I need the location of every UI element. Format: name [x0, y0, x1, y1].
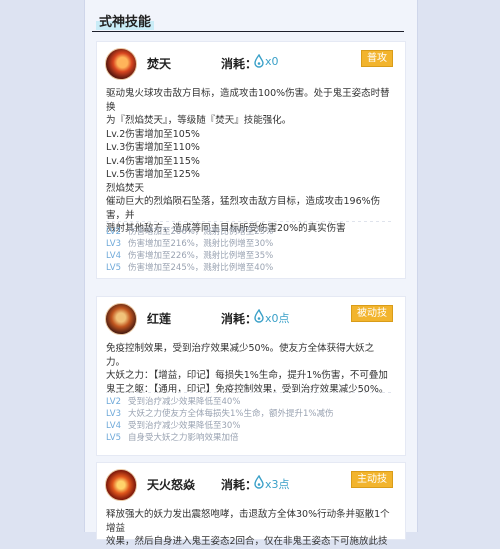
desc-line: 释放强大的妖力发出震怒咆哮，击退敌方全体30%行动条并驱散1个增益	[106, 509, 390, 534]
cost-value: x3点	[265, 478, 290, 491]
level-row: LV4 受到治疗减少效果降低至30%	[106, 421, 241, 431]
level-row: LV5 伤害增加至245%，溅射比例增至40%	[106, 263, 274, 273]
desc-line: 效果，然后自身进入鬼王姿态2回合，仅在非鬼王姿态下可施放此技	[106, 536, 388, 547]
skill-name: 焚天	[147, 57, 172, 71]
desc-line: Lv.3伤害增加至110%	[106, 142, 200, 153]
skill-type-tag: 主动技	[351, 471, 393, 488]
section-title: 式神技能	[96, 11, 155, 30]
skill-card-header: 焚天 消耗： x0 普攻	[97, 48, 405, 84]
skill-card-header: 天火怒焱 消耗： x3点 主动技	[97, 469, 405, 505]
skill-fire-icon	[105, 469, 137, 501]
cost-value: x0点	[265, 312, 290, 325]
desc-line: 免疫控制效果，受到治疗效果减少50%。使友方全体获得大妖之力。	[106, 343, 375, 368]
ghostfire-icon	[254, 309, 264, 323]
desc-line: 为『烈焰焚天』，等级随『焚天』技能强化。	[106, 115, 292, 126]
desc-line: Lv.2伤害增加至105%	[106, 128, 200, 140]
desc-line: 驱动鬼火球攻击敌方目标，造成攻击100%伤害。处于鬼王姿态时替换	[106, 88, 390, 113]
skill-type-tag: 普攻	[361, 50, 393, 67]
level-list: LV2 受到治疗减少效果降低至40% LV3 大妖之力使友方全体每损失1%生命，额外…	[106, 396, 393, 444]
section-divider	[92, 31, 404, 32]
level-row: LV2 伤害增加至206%，溅射比例增至25%	[106, 227, 274, 237]
level-row: LV5 自身受大妖之力影响效果加倍	[106, 433, 239, 443]
skill-description: 释放强大的妖力发出震怒咆哮，击退敌方全体30%行动条并驱散1个增益 效果，然后自…	[106, 508, 393, 549]
skill-card-header: 红莲 消耗： x0点 被动技	[97, 303, 405, 339]
desc-line: Lv.5伤害增加至125%	[106, 169, 200, 180]
cost-label: 消耗：	[221, 478, 258, 492]
divider	[106, 221, 391, 222]
desc-line: 大妖之力：【增益，印记】每损失1%生命，提升1%伤害，不可叠加	[106, 370, 388, 381]
skill-type-tag: 被动技	[351, 305, 393, 322]
skill-card-honglian: 红莲 消耗： x0点 被动技 免疫控制效果，受到治疗效果减少50%。使友方全体获…	[96, 296, 406, 456]
skill-description: 驱动鬼火球攻击敌方目标，造成攻击100%伤害。处于鬼王姿态时替换 为『烈焰焚天』…	[106, 87, 393, 236]
desc-line: 烈焰焚天	[106, 182, 145, 194]
skill-name: 红莲	[147, 312, 172, 326]
skill-card-tianhuonuyan: 天火怒焱 消耗： x3点 主动技 释放强大的妖力发出震怒咆哮，击退敌方全体30%…	[96, 462, 406, 547]
desc-line: Lv.4伤害增加至115%	[106, 155, 200, 167]
level-row: LV3 伤害增加至216%，溅射比例增至30%	[106, 239, 274, 249]
level-row: LV4 伤害增加至226%，溅射比例增至35%	[106, 251, 274, 261]
desc-line: 鬼王之躯：【通用，印记】免疫控制效果，受到治疗效果减少50%。	[106, 383, 389, 395]
cost-label: 消耗：	[221, 57, 258, 71]
skill-description: 免疫控制效果，受到治疗效果减少50%。使友方全体获得大妖之力。 大妖之力：【增益…	[106, 342, 393, 396]
skill-name: 天火怒焱	[147, 478, 196, 492]
level-row: LV3 大妖之力使友方全体每损失1%生命，额外提升1%减伤	[106, 409, 334, 419]
cost-value: x0	[265, 55, 279, 68]
skill-card-fentian: 焚天 消耗： x0 普攻 驱动鬼火球攻击敌方目标，造成攻击100%伤害。处于鬼王…	[96, 41, 406, 279]
level-row: LV2 受到治疗减少效果降低至40%	[106, 397, 241, 407]
level-list: LV2 伤害增加至206%，溅射比例增至25% LV3 伤害增加至216%，溅射比例…	[106, 226, 393, 274]
skill-portrait-icon	[105, 303, 137, 335]
divider	[106, 392, 391, 393]
cost-label: 消耗：	[221, 312, 258, 326]
skill-fire-icon	[105, 48, 137, 80]
desc-line: 催动巨大的烈焰陨石坠落，猛烈攻击敌方目标，造成攻击196%伤害，并	[106, 196, 381, 221]
ghostfire-icon	[254, 54, 264, 68]
ghostfire-icon	[254, 475, 264, 489]
